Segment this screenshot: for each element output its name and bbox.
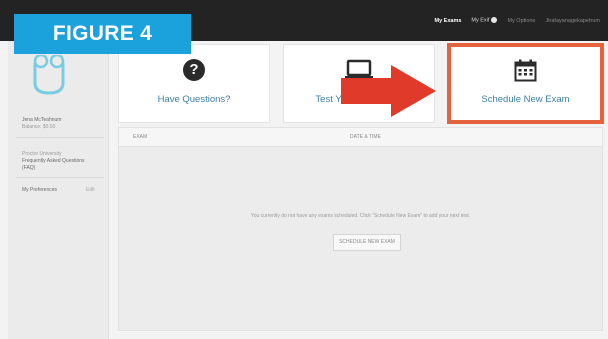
have-questions-card[interactable]: ? Have Questions? (119, 45, 269, 122)
sidebar-link-proctor-university[interactable]: Proctor University (22, 151, 61, 158)
nav-my-exams[interactable]: My Exams (435, 18, 462, 24)
schedule-new-exam-card[interactable]: Schedule New Exam (449, 45, 602, 122)
have-questions-label: Have Questions? (157, 94, 231, 105)
user-balance: Balance: $0.00 (22, 124, 56, 130)
empty-state-message: You currently do not have any exams sche… (250, 213, 471, 219)
nav-my-exif-label: My Exif (471, 17, 490, 24)
schedule-new-exam-button[interactable]: SCHEDULE NEW EXAM (333, 234, 401, 251)
calendar-icon (514, 59, 537, 82)
sidebar-link-faq[interactable]: Frequently Asked Questions (22, 158, 85, 165)
figure-badge: FIGURE 4 (14, 14, 191, 54)
sidebar-item-preferences[interactable]: My Preferences (22, 187, 57, 194)
divider (16, 137, 104, 138)
status-dot-icon (491, 17, 498, 24)
sidebar-link-faq-abbr[interactable]: (FAQ) (22, 165, 35, 172)
top-nav: My Exams My Exif My Options Jtrafayanage… (435, 0, 600, 41)
sidebar: Jena McTeahnum Balance: $0.00 Proctor Un… (8, 41, 109, 339)
nav-my-exif[interactable]: My Exif (471, 17, 498, 24)
column-exam: EXAM (133, 134, 148, 140)
divider (16, 177, 104, 178)
callout-arrow-icon (341, 65, 436, 117)
owl-logo-icon (33, 55, 65, 95)
nav-my-options[interactable]: My Options (507, 18, 535, 24)
user-name: Jena McTeahnum (22, 117, 62, 123)
exam-table-panel: EXAM DATE & TIME You currently do not ha… (119, 128, 602, 330)
schedule-new-exam-label: Schedule New Exam (481, 94, 570, 105)
nav-account[interactable]: Jtrafayanagekapetrum (545, 18, 600, 24)
table-header: EXAM DATE & TIME (119, 128, 602, 147)
question-circle-icon: ? (183, 59, 205, 81)
preferences-edit-link[interactable]: Edit (86, 187, 95, 194)
column-date-time: DATE & TIME (350, 134, 381, 140)
